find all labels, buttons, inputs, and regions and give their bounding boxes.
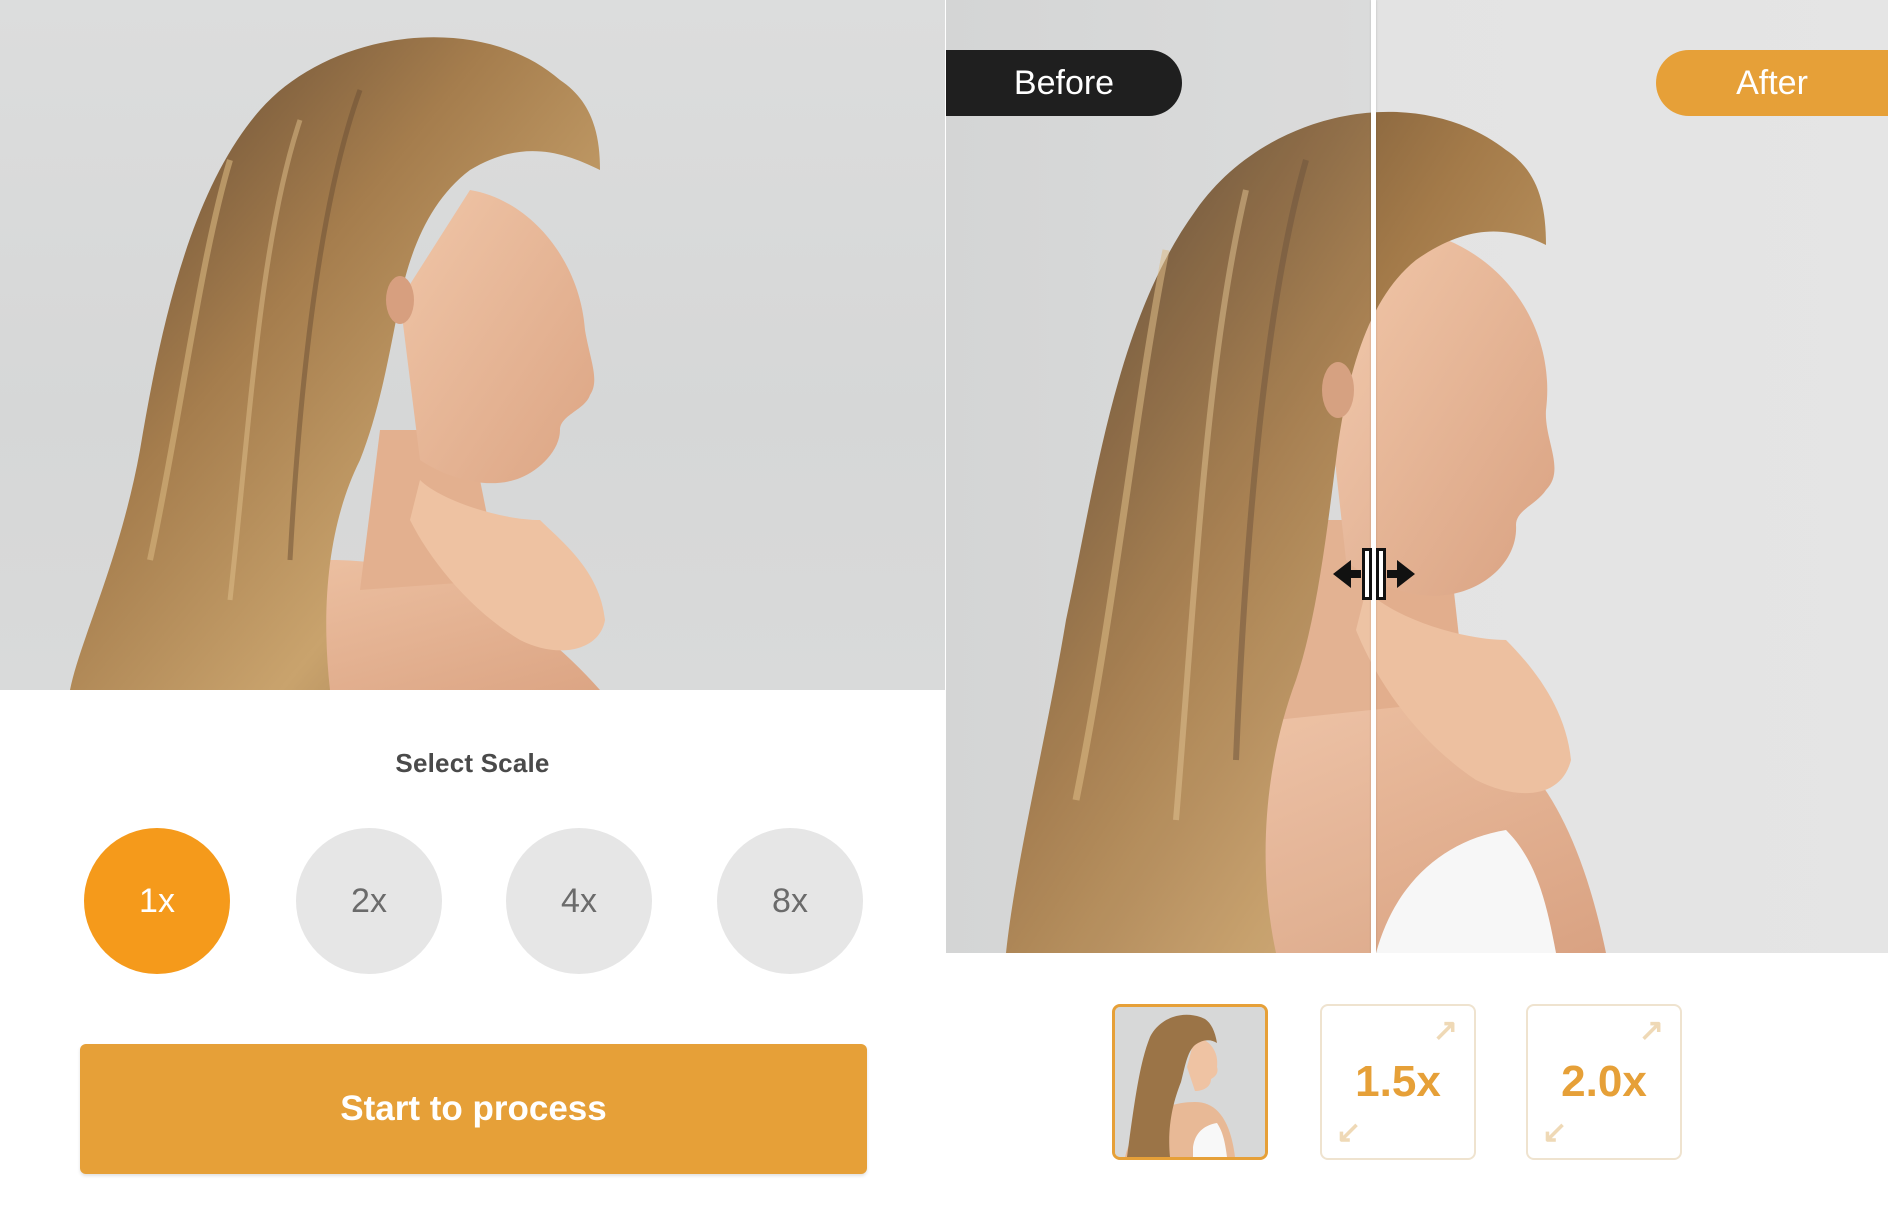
thumbnail-image bbox=[1115, 1007, 1265, 1157]
expand-arrows-icon: ↙ bbox=[1336, 1116, 1362, 1149]
scale-8x-button[interactable]: 8x bbox=[717, 828, 863, 974]
original-thumbnail[interactable] bbox=[1112, 1004, 1268, 1160]
portrait-illustration bbox=[70, 37, 605, 690]
zoom-1-5x-button[interactable]: ↗ ↙ 1.5x bbox=[1320, 1004, 1476, 1160]
zoom-2-0x-button[interactable]: ↗ ↙ 2.0x bbox=[1526, 1004, 1682, 1160]
expand-arrows-icon: ↙ bbox=[1542, 1116, 1568, 1149]
expand-arrows-icon: ↗ bbox=[1638, 1014, 1664, 1047]
drag-arrows-icon[interactable] bbox=[1329, 546, 1419, 602]
app-root: Select Scale 1x 2x 4x 8x Start to proces… bbox=[0, 0, 1888, 1218]
compare-divider[interactable] bbox=[1371, 0, 1376, 953]
compare-panel: Before After ↗ ↙ 1.5x ↗ ↙ 2.0x bbox=[946, 0, 1888, 1218]
scale-4x-button[interactable]: 4x bbox=[506, 828, 652, 974]
select-scale-title: Select Scale bbox=[395, 748, 550, 778]
before-badge: Before bbox=[946, 50, 1182, 116]
before-after-viewer: Before After bbox=[946, 0, 1888, 953]
zoom-1-5x-label: 1.5x bbox=[1355, 1057, 1441, 1106]
scale-panel: Select Scale 1x 2x 4x 8x Start to proces… bbox=[0, 0, 945, 1218]
start-process-button[interactable]: Start to process bbox=[80, 1044, 867, 1174]
scale-options: 1x 2x 4x 8x bbox=[0, 828, 945, 974]
scale-2x-button[interactable]: 2x bbox=[296, 828, 442, 974]
after-badge: After bbox=[1656, 50, 1888, 116]
expand-arrows-icon: ↗ bbox=[1432, 1014, 1458, 1047]
zoom-2-0x-label: 2.0x bbox=[1561, 1057, 1647, 1106]
comparison-illustration bbox=[946, 0, 1888, 953]
zoom-options: ↗ ↙ 1.5x ↗ ↙ 2.0x bbox=[946, 1004, 1888, 1164]
source-photo bbox=[0, 0, 945, 690]
scale-1x-button[interactable]: 1x bbox=[84, 828, 230, 974]
